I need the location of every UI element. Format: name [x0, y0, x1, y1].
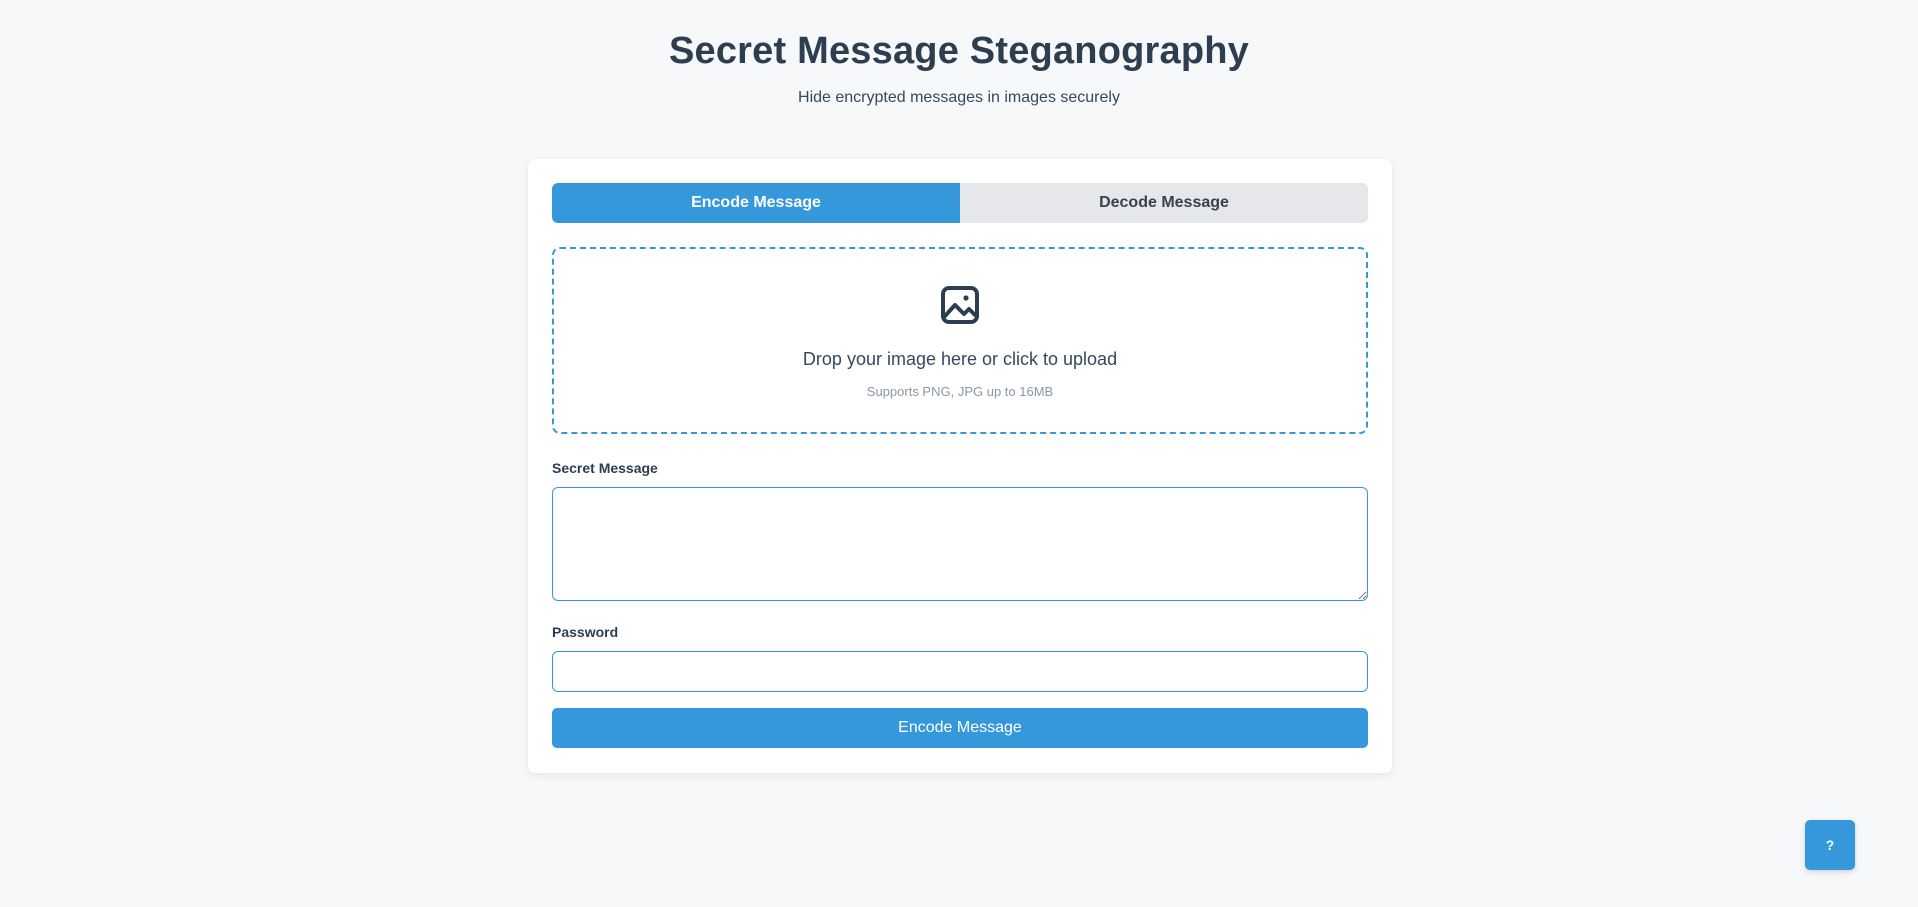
tab-encode[interactable]: Encode Message: [552, 183, 960, 223]
password-field[interactable]: [552, 651, 1368, 692]
dropzone-text: Drop your image here or click to upload: [802, 349, 1118, 369]
tab-decode[interactable]: Decode Message: [960, 183, 1368, 223]
help-button[interactable]: ?: [1805, 820, 1855, 870]
dropzone-hint: Supports PNG, JPG up to 16MB: [866, 384, 1054, 399]
page-subtitle: Hide encrypted messages in images secure…: [798, 89, 1120, 106]
encode-button[interactable]: Encode Message: [552, 708, 1368, 748]
image-icon: [941, 286, 979, 324]
secret-message-label: Secret Message: [552, 460, 658, 476]
secret-message-input[interactable]: [552, 487, 1368, 601]
mode-tabs: Encode Message Decode Message: [552, 183, 1368, 223]
password-label: Password: [552, 624, 619, 640]
page-title: Secret Message Steganography: [668, 30, 1250, 72]
steganography-card: Encode Message Decode Message Drop your …: [528, 159, 1392, 773]
image-dropzone[interactable]: Drop your image here or click to upload …: [552, 247, 1368, 434]
